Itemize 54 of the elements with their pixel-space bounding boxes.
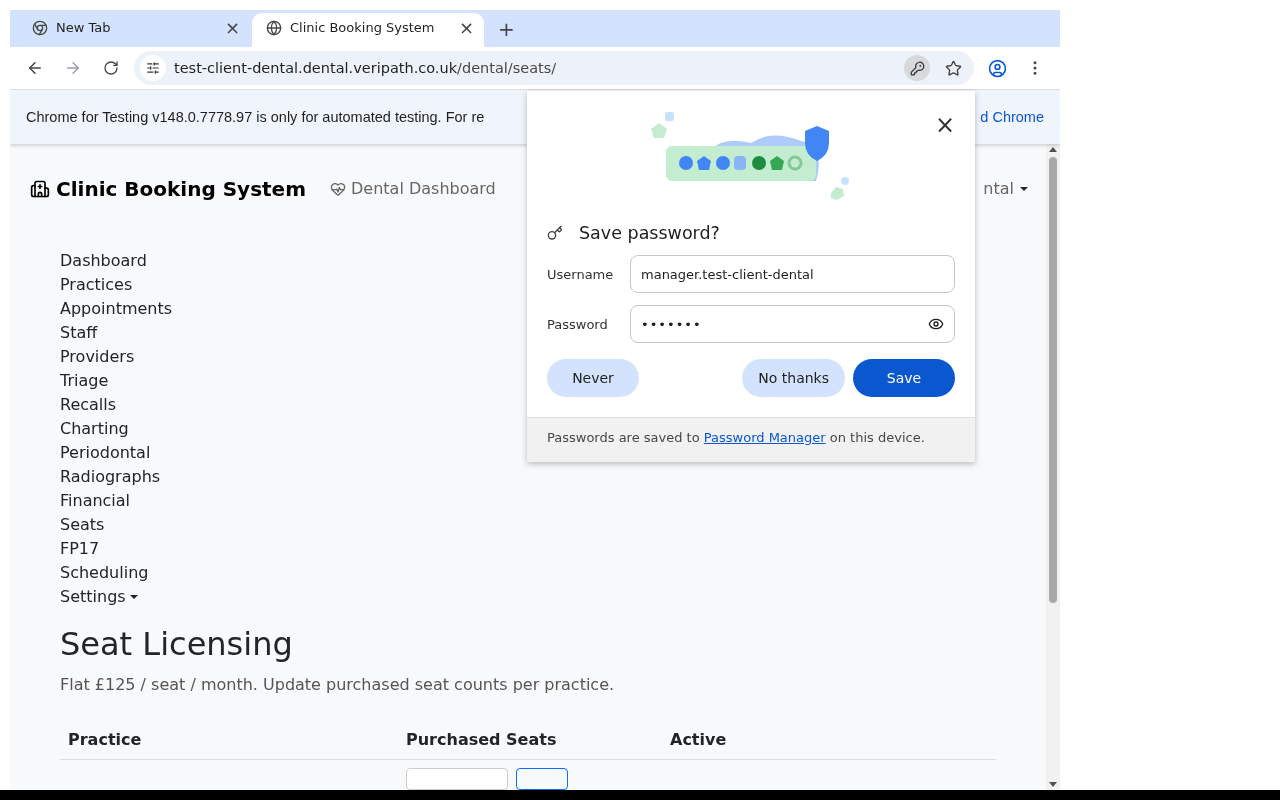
field-label: Password xyxy=(547,316,609,332)
hospital-icon xyxy=(30,179,50,199)
update-button[interactable] xyxy=(516,768,568,790)
heart-pulse-icon xyxy=(330,181,346,197)
address-bar[interactable]: test-client-dental.dental.veripath.co.uk/dental/seats/ xyxy=(134,51,974,86)
sidebar-link[interactable]: Scheduling xyxy=(60,561,149,585)
close-icon[interactable]: × xyxy=(224,18,240,37)
username-field[interactable]: manager.test-client-dental xyxy=(630,255,955,293)
sidebar-link[interactable]: Staff xyxy=(60,321,98,345)
seat-count-field[interactable] xyxy=(406,768,508,790)
new-tab-button[interactable]: + xyxy=(498,18,515,39)
page-subtitle: Flat £125 / seat / month. Update purchased seat counts per practice. xyxy=(60,675,616,694)
column-header: Purchased Seats xyxy=(405,729,558,751)
nav-dropdown[interactable]: ntal xyxy=(983,179,1028,199)
password-manager-link[interactable]: Password Manager xyxy=(703,430,826,445)
sidebar-link[interactable]: Practices xyxy=(60,273,133,297)
sidebar-link[interactable]: Settings xyxy=(60,585,138,609)
sidebar-link[interactable]: FP17 xyxy=(60,537,100,561)
chrome-icon xyxy=(32,19,48,36)
password-field[interactable]: ••••••• xyxy=(630,305,955,343)
dialog-button[interactable]: No thanks xyxy=(742,359,845,397)
sidebar-link[interactable]: Appointments xyxy=(60,297,173,321)
key-icon[interactable] xyxy=(904,55,930,82)
brand-title[interactable]: Clinic Booking System xyxy=(56,177,306,201)
sidebar-link[interactable]: Triage xyxy=(60,369,109,393)
sidebar-link[interactable]: Dashboard xyxy=(60,249,147,273)
sidebar-link[interactable]: Seats xyxy=(60,513,105,537)
column-header: Practice xyxy=(67,729,143,751)
sidebar-link[interactable]: Radiographs xyxy=(60,465,161,489)
dialog-button[interactable]: Never xyxy=(547,359,639,397)
save-button[interactable]: Save xyxy=(853,359,955,397)
dialog-title: Save password? xyxy=(579,223,720,243)
browser-tab[interactable]: Clinic Booking System × xyxy=(252,12,484,47)
browser-tab[interactable]: New Tab × xyxy=(18,12,250,47)
site-settings-icon[interactable] xyxy=(140,55,166,82)
sidebar-link[interactable]: Charting xyxy=(60,417,129,441)
sidebar-link[interactable]: Providers xyxy=(60,345,135,369)
field-label: Username xyxy=(547,266,615,282)
infobar-link[interactable]: d Chrome xyxy=(980,109,1044,126)
page-title: Seat Licensing xyxy=(60,625,294,663)
close-icon[interactable]: × xyxy=(458,18,474,37)
nav-link[interactable]: Dental Dashboard xyxy=(330,179,496,199)
show-password-icon[interactable] xyxy=(928,316,944,332)
sidebar-link[interactable]: Periodontal xyxy=(60,441,151,465)
key-icon xyxy=(547,225,563,241)
globe-icon xyxy=(266,19,282,36)
column-header: Active xyxy=(669,729,728,751)
scrollbar[interactable] xyxy=(1046,144,1060,790)
close-button[interactable]: × xyxy=(934,113,955,137)
dialog-footer-text: Passwords are saved to Password Manager on this device. xyxy=(527,417,975,462)
scroll-up-icon[interactable] xyxy=(1049,147,1057,152)
infobar-text: Chrome for Testing v148.0.7778.97 is only for automated testing. For re xyxy=(26,109,485,126)
sidebar-link[interactable]: Recalls xyxy=(60,393,117,417)
sidebar-link[interactable]: Financial xyxy=(60,489,131,513)
